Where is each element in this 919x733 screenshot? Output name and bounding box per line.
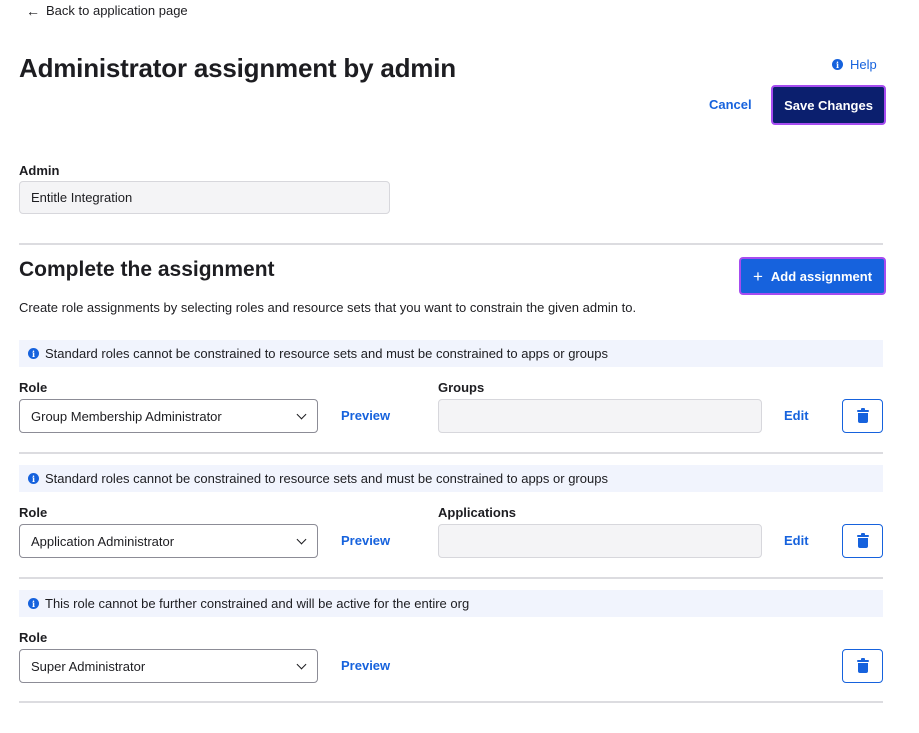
trash-icon [856,407,869,423]
section-title: Complete the assignment [19,258,275,281]
arrow-left-icon: ← [26,2,40,19]
delete-assignment-button[interactable] [842,399,883,433]
info-banner: i Standard roles cannot be constrained t… [19,340,883,367]
groups-field [438,399,762,433]
info-icon: i [28,598,39,609]
role-select-value: Group Membership Administrator [31,408,222,424]
trash-icon [856,532,869,548]
back-to-application-link[interactable]: ← Back to application page [26,3,188,18]
edit-groups-button[interactable]: Edit [784,408,809,423]
admin-value: Entitle Integration [31,190,133,205]
help-label: Help [850,57,877,72]
save-changes-button[interactable]: Save Changes [771,85,886,125]
chevron-down-icon [296,409,307,419]
role-label: Role [19,630,48,645]
info-icon: i [28,348,39,359]
role-select[interactable]: Group Membership Administrator [19,399,318,433]
admin-field: Entitle Integration [19,181,390,214]
help-link[interactable]: i Help [832,57,877,72]
info-banner: i Standard roles cannot be constrained t… [19,465,883,492]
preview-button[interactable]: Preview [341,658,390,673]
add-assignment-label: Add assignment [770,268,873,284]
trash-icon [856,657,869,673]
admin-label: Admin [19,163,60,178]
page-title: Administrator assignment by admin [19,53,456,83]
info-banner: i This role cannot be further constraine… [19,590,883,617]
preview-button[interactable]: Preview [341,408,390,423]
add-assignment-button[interactable]: + Add assignment [739,257,886,295]
applications-label: Applications [438,505,517,520]
back-link-label: Back to application page [46,3,188,18]
role-select-value: Application Administrator [31,533,175,549]
info-icon: i [832,59,843,70]
section-description: Create role assignments by selecting rol… [19,300,637,315]
role-select[interactable]: Application Administrator [19,524,318,558]
cancel-button[interactable]: Cancel [709,97,752,112]
divider [19,701,883,703]
chevron-down-icon [296,659,307,669]
divider [19,452,883,454]
info-icon: i [28,473,39,484]
role-label: Role [19,505,48,520]
divider [19,243,883,245]
save-changes-label: Save Changes [774,88,883,122]
banner-text: This role cannot be further constrained … [45,596,470,611]
plus-icon: + [752,266,763,286]
applications-field [438,524,762,558]
role-select-value: Super Administrator [31,658,146,674]
edit-applications-button[interactable]: Edit [784,533,809,548]
groups-label: Groups [438,380,485,395]
banner-text: Standard roles cannot be constrained to … [45,346,608,361]
banner-text: Standard roles cannot be constrained to … [45,471,608,486]
role-select[interactable]: Super Administrator [19,649,318,683]
delete-assignment-button[interactable] [842,649,883,683]
delete-assignment-button[interactable] [842,524,883,558]
role-label: Role [19,380,48,395]
divider [19,577,883,579]
chevron-down-icon [296,534,307,544]
preview-button[interactable]: Preview [341,533,390,548]
